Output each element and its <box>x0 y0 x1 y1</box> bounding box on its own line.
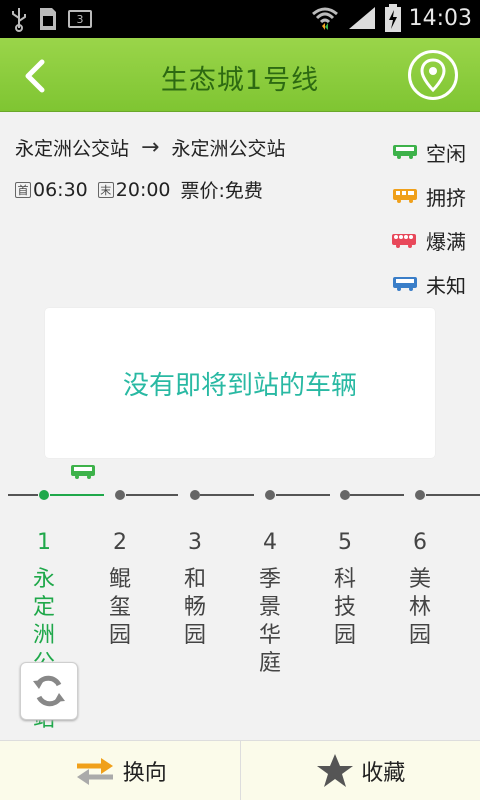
stop-dot <box>265 490 275 500</box>
stop-name[interactable]: 科技园 <box>325 566 365 650</box>
stop-name-char: 景 <box>258 595 281 620</box>
no-vehicle-notice: 没有即将到站的车辆 <box>45 308 435 458</box>
sim-card-icon <box>40 8 56 30</box>
stop-number: 5 <box>338 530 352 555</box>
stop-name-char: 季 <box>258 567 281 592</box>
line-segment <box>50 494 104 496</box>
map-location-button[interactable] <box>408 50 458 100</box>
stop-name[interactable]: 鲲玺园 <box>100 566 140 650</box>
stop-name[interactable]: 季景华庭 <box>250 566 290 678</box>
app-header: 生态城1号线 <box>0 38 480 112</box>
legend-item-full: 爆满 <box>376 218 466 262</box>
stop-name-char: 畅 <box>183 595 206 620</box>
line-segment <box>276 494 330 496</box>
sim-badge: 3 <box>68 10 92 28</box>
stop-name-char: 园 <box>183 623 206 648</box>
last-bus-time: 20:00 <box>115 178 171 201</box>
line-segment <box>350 494 404 496</box>
stop-name-char: 林 <box>408 595 431 620</box>
stop-name-char: 鲲 <box>108 567 131 592</box>
legend-item-crowded: 拥挤 <box>376 174 466 218</box>
refresh-button[interactable] <box>20 662 78 720</box>
stop-name-char: 和 <box>183 567 206 592</box>
stop-dot <box>39 490 49 500</box>
fare: 票价:免费 <box>180 180 263 202</box>
bus-position-icon <box>71 465 95 479</box>
stop-name-char: 定 <box>32 595 55 620</box>
stop-number: 4 <box>263 530 277 555</box>
location-pin-icon <box>420 58 446 92</box>
stop-name-char: 园 <box>408 623 431 648</box>
route-from: 永定洲公交站 <box>15 138 130 160</box>
stop-name-char: 美 <box>408 567 431 592</box>
first-bus-tag: 首 <box>15 181 31 198</box>
bus-unknown-icon <box>393 277 417 291</box>
battery-charging-icon <box>384 4 401 32</box>
bus-idle-icon <box>393 145 417 159</box>
stop-name-char: 园 <box>333 623 356 648</box>
legend-item-unknown: 未知 <box>376 262 466 306</box>
refresh-icon <box>33 675 65 707</box>
right-arrow-icon: → <box>141 135 160 160</box>
switch-direction-button[interactable]: 换向 <box>0 741 240 800</box>
stop-name[interactable]: 和畅园 <box>175 566 215 650</box>
favorite-button[interactable]: 收藏 <box>241 741 480 800</box>
line-segment <box>8 494 38 496</box>
stop-name-char: 庭 <box>258 651 281 676</box>
stop-number: 2 <box>113 530 127 555</box>
switch-direction-icon <box>76 757 113 785</box>
switch-direction-label: 换向 <box>122 760 167 786</box>
stop-name-char: 洲 <box>32 623 55 648</box>
clock: 14:03 <box>408 5 472 31</box>
stop-number: 6 <box>413 530 427 555</box>
line-segment <box>426 494 480 496</box>
usb-icon <box>12 8 26 32</box>
bus-crowded-icon <box>393 189 417 203</box>
status-bar: 3 14:03 <box>0 0 480 38</box>
bottom-action-bar: 换向 收藏 <box>0 740 480 800</box>
stop-dot <box>190 490 200 500</box>
stop-name-char: 科 <box>333 567 356 592</box>
last-bus-tag: 末 <box>97 181 114 198</box>
stop-name-char: 华 <box>258 623 281 648</box>
service-hours: 首 06:30 末 20:00 票价:免费 <box>15 176 263 203</box>
stop-dot <box>115 490 125 500</box>
stop-name-char: 玺 <box>108 595 131 620</box>
first-bus-time: 06:30 <box>33 178 88 201</box>
legend-label: 未知 <box>426 273 466 298</box>
wifi-icon <box>311 7 338 30</box>
legend-label: 拥挤 <box>426 185 466 210</box>
stop-number: 1 <box>37 530 51 555</box>
route-direction: 永定洲公交站 → 永定洲公交站 <box>15 134 285 161</box>
legend-item-idle: 空闲 <box>376 130 466 174</box>
stop-dot <box>415 490 425 500</box>
star-icon <box>317 753 354 787</box>
bus-full-icon <box>392 234 416 248</box>
legend-label: 爆满 <box>426 229 466 254</box>
stop-number: 3 <box>188 530 202 555</box>
line-segment <box>200 494 254 496</box>
stop-dot <box>340 490 350 500</box>
crowd-legend: 空闲 拥挤 爆满 未知 <box>376 130 466 306</box>
route-to: 永定洲公交站 <box>171 138 286 160</box>
stop-name-char: 园 <box>108 623 131 648</box>
favorite-label: 收藏 <box>361 760 406 786</box>
signal-icon <box>348 7 375 29</box>
stop-name[interactable]: 美林园 <box>400 566 440 650</box>
stop-name-char: 永 <box>32 567 55 592</box>
legend-label: 空闲 <box>426 141 466 166</box>
stop-name-char: 技 <box>333 595 356 620</box>
line-segment <box>126 494 178 496</box>
